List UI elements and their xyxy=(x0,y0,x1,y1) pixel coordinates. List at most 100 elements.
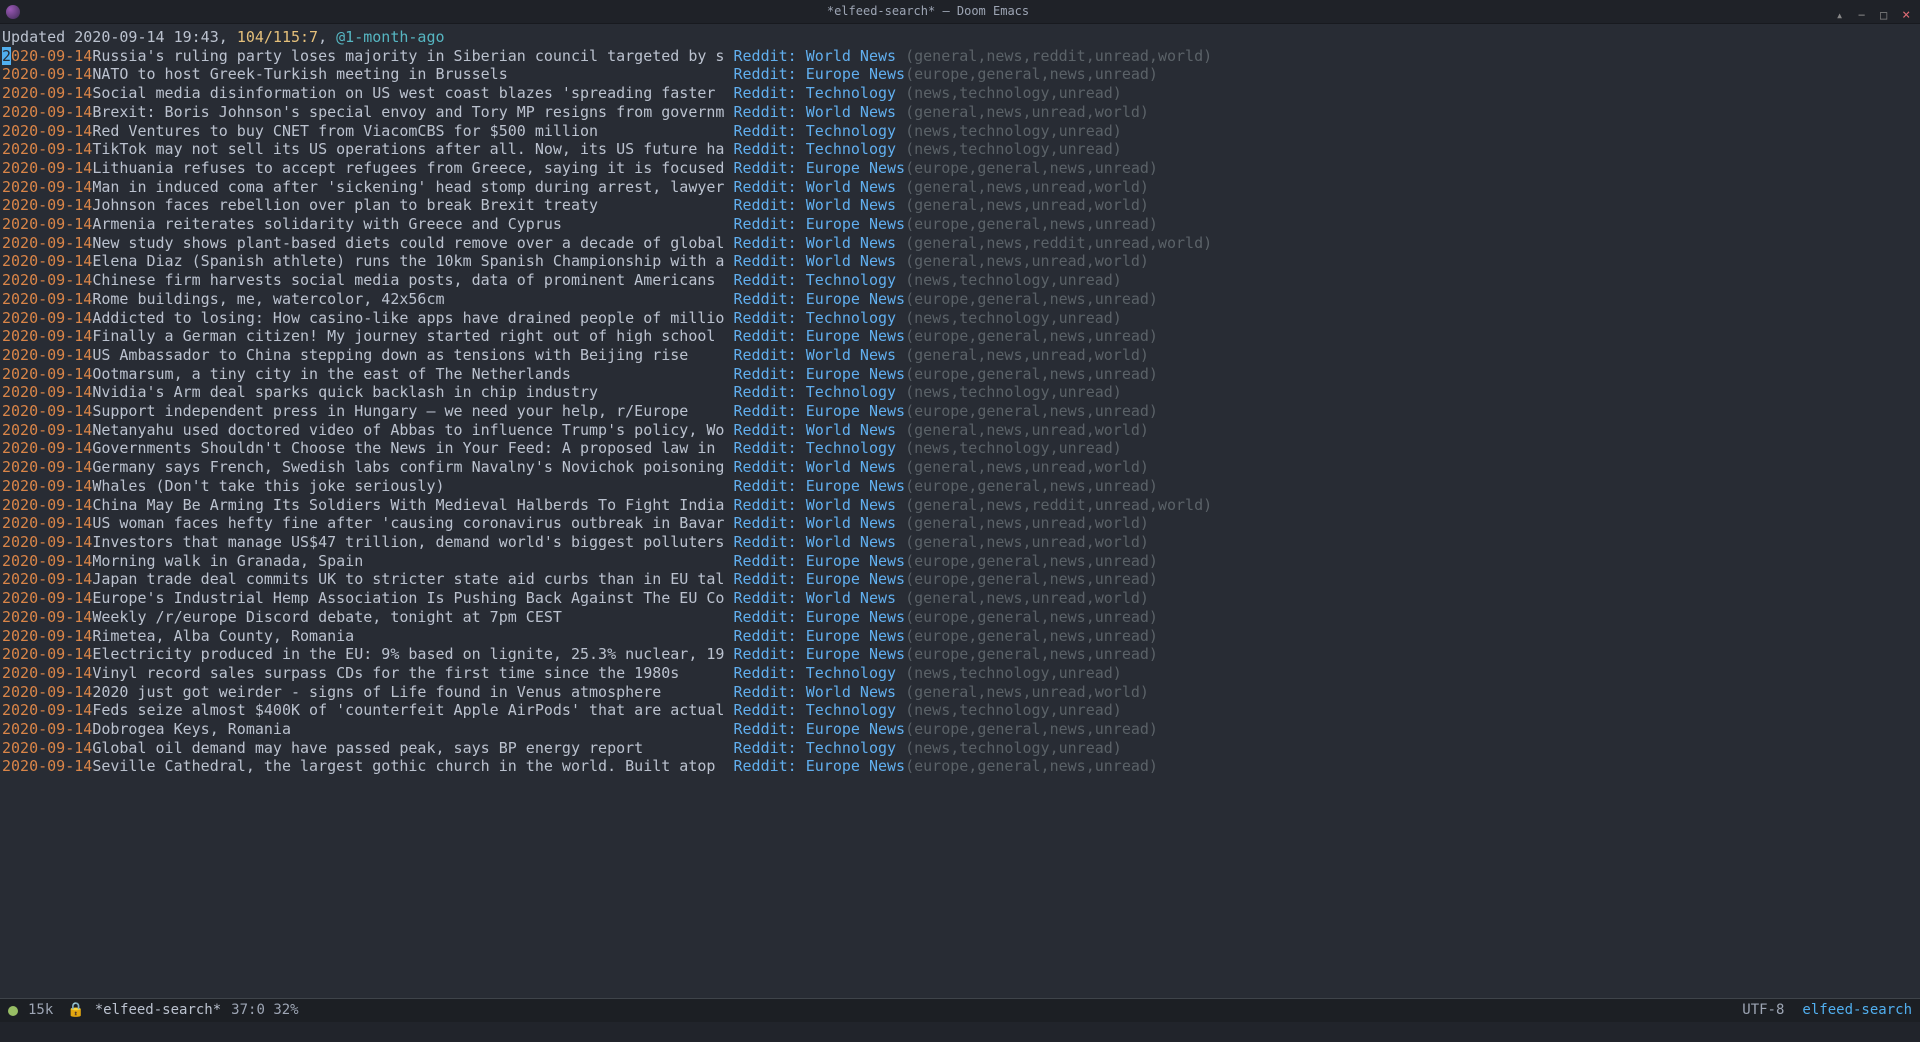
entry-title: Europe's Industrial Hemp Association Is … xyxy=(92,589,733,608)
entry-tags: (europe,general,news,unread) xyxy=(905,215,1158,234)
entry-feed: Reddit: Europe News xyxy=(734,570,906,589)
encoding: UTF-8 xyxy=(1742,1001,1784,1020)
entry-tags: (news,technology,unread) xyxy=(905,140,1122,159)
entry-tags: (general,news,unread,world) xyxy=(905,346,1149,365)
feed-entry[interactable]: 2020-09-14 Rimetea, Alba County, Romania… xyxy=(2,627,1918,646)
feed-entry[interactable]: 2020-09-14 Ootmarsum, a tiny city in the… xyxy=(2,365,1918,384)
entry-tags: (europe,general,news,unread) xyxy=(905,757,1158,776)
feed-entry[interactable]: 2020-09-14 Red Ventures to buy CNET from… xyxy=(2,122,1918,141)
feed-entry[interactable]: 2020-09-14 Electricity produced in the E… xyxy=(2,645,1918,664)
entry-title: China May Be Arming Its Soldiers With Me… xyxy=(92,496,733,515)
feed-entry[interactable]: 2020-09-14 Whales (Don't take this joke … xyxy=(2,477,1918,496)
feed-entry[interactable]: 2020-09-14 TikTok may not sell its US op… xyxy=(2,140,1918,159)
entry-feed: Reddit: World News xyxy=(734,458,906,477)
feed-entry[interactable]: 2020-09-14 Germany says French, Swedish … xyxy=(2,458,1918,477)
entry-title: Weekly /r/europe Discord debate, tonight… xyxy=(92,608,733,627)
feed-entry[interactable]: 2020-09-14 US woman faces hefty fine aft… xyxy=(2,514,1918,533)
close-icon[interactable]: ⨯ xyxy=(1902,6,1914,18)
feed-entry[interactable]: 2020-09-14 Chinese firm harvests social … xyxy=(2,271,1918,290)
entry-feed: Reddit: Technology xyxy=(734,739,906,758)
feed-entry[interactable]: 2020-09-14 Social media disinformation o… xyxy=(2,84,1918,103)
feed-entry[interactable]: 2020-09-14 Vinyl record sales surpass CD… xyxy=(2,664,1918,683)
entry-title: Vinyl record sales surpass CDs for the f… xyxy=(92,664,733,683)
entry-tags: (general,news,unread,world) xyxy=(905,683,1149,702)
feed-entry[interactable]: 2020-09-14 2020 just got weirder - signs… xyxy=(2,683,1918,702)
feed-entry[interactable]: 2020-09-14 Weekly /r/europe Discord deba… xyxy=(2,608,1918,627)
feed-entry[interactable]: 2020-09-14 Governments Shouldn't Choose … xyxy=(2,439,1918,458)
feed-entry[interactable]: 2020-09-14 Lithuania refuses to accept r… xyxy=(2,159,1918,178)
feed-entry[interactable]: 2020-09-14 Dobrogea Keys, Romania Reddit… xyxy=(2,720,1918,739)
entry-title: Governments Shouldn't Choose the News in… xyxy=(92,439,733,458)
entry-tags: (news,technology,unread) xyxy=(905,439,1122,458)
feed-entry[interactable]: 2020-09-14 Johnson faces rebellion over … xyxy=(2,196,1918,215)
entry-title: Netanyahu used doctored video of Abbas t… xyxy=(92,421,733,440)
entry-tags: (general,news,unread,world) xyxy=(905,458,1149,477)
entry-feed: Reddit: World News xyxy=(734,421,906,440)
app-icon xyxy=(6,5,20,19)
entry-title: Whales (Don't take this joke seriously) xyxy=(92,477,733,496)
feed-entry[interactable]: 2020-09-14 Finally a German citizen! My … xyxy=(2,327,1918,346)
entry-title: Addicted to losing: How casino-like apps… xyxy=(92,309,733,328)
feed-entry[interactable]: 2020-09-14 Rome buildings, me, watercolo… xyxy=(2,290,1918,309)
entry-feed: Reddit: Europe News xyxy=(734,720,906,739)
feed-entry[interactable]: 2020-09-14 China May Be Arming Its Soldi… xyxy=(2,496,1918,515)
entry-tags: (europe,general,news,unread) xyxy=(905,290,1158,309)
entry-feed: Reddit: Technology xyxy=(734,84,906,103)
entry-feed: Reddit: Technology xyxy=(734,439,906,458)
entry-feed: Reddit: World News xyxy=(734,103,906,122)
feed-entry[interactable]: 2020-09-14 Brexit: Boris Johnson's speci… xyxy=(2,103,1918,122)
entry-feed: Reddit: World News xyxy=(734,178,906,197)
entry-feed: Reddit: Europe News xyxy=(734,290,906,309)
entry-feed: Reddit: Europe News xyxy=(734,477,906,496)
entry-tags: (news,technology,unread) xyxy=(905,739,1122,758)
elfeed-buffer[interactable]: Updated 2020-09-14 19:43, 104/115:7, @1-… xyxy=(0,24,1920,998)
maximize-icon[interactable]: □ xyxy=(1880,6,1892,18)
entry-title: NATO to host Greek-Turkish meeting in Br… xyxy=(92,65,733,84)
feed-entry[interactable]: 2020-09-14 Man in induced coma after 'si… xyxy=(2,178,1918,197)
feed-entry[interactable]: 2020-09-14 Investors that manage US$47 t… xyxy=(2,533,1918,552)
feed-entry[interactable]: 2020-09-14 Feds seize almost $400K of 'c… xyxy=(2,701,1918,720)
feed-entry[interactable]: 2020-09-14 New study shows plant-based d… xyxy=(2,234,1918,253)
entry-tags: (news,technology,unread) xyxy=(905,383,1122,402)
entry-title: Elena Diaz (Spanish athlete) runs the 10… xyxy=(92,252,733,271)
entry-title: US Ambassador to China stepping down as … xyxy=(92,346,733,365)
entry-feed: Reddit: Europe News xyxy=(734,65,906,84)
feed-entry[interactable]: 2020-09-14 Addicted to losing: How casin… xyxy=(2,309,1918,328)
entry-tags: (general,news,unread,world) xyxy=(905,533,1149,552)
entry-feed: Reddit: Technology xyxy=(734,701,906,720)
feed-entry[interactable]: 2020-09-14 Russia's ruling party loses m… xyxy=(2,47,1918,66)
entry-title: Johnson faces rebellion over plan to bre… xyxy=(92,196,733,215)
feed-entry[interactable]: 2020-09-14 US Ambassador to China steppi… xyxy=(2,346,1918,365)
entry-title: Finally a German citizen! My journey sta… xyxy=(92,327,733,346)
feed-entry[interactable]: 2020-09-14 Support independent press in … xyxy=(2,402,1918,421)
elfeed-header: Updated 2020-09-14 19:43, 104/115:7, @1-… xyxy=(2,28,1918,47)
feed-entry[interactable]: 2020-09-14 NATO to host Greek-Turkish me… xyxy=(2,65,1918,84)
entry-tags: (europe,general,news,unread) xyxy=(905,608,1158,627)
up-icon[interactable]: ▴ xyxy=(1836,6,1848,18)
minimize-icon[interactable]: − xyxy=(1858,6,1870,18)
entry-tags: (europe,general,news,unread) xyxy=(905,477,1158,496)
feed-entry[interactable]: 2020-09-14 Europe's Industrial Hemp Asso… xyxy=(2,589,1918,608)
entry-title: Rimetea, Alba County, Romania xyxy=(92,627,733,646)
feed-entry[interactable]: 2020-09-14 Elena Diaz (Spanish athlete) … xyxy=(2,252,1918,271)
entry-tags: (europe,general,news,unread) xyxy=(905,65,1158,84)
entry-title: Armenia reiterates solidarity with Greec… xyxy=(92,215,733,234)
entry-tags: (general,news,unread,world) xyxy=(905,252,1149,271)
entry-tags: (europe,general,news,unread) xyxy=(905,645,1158,664)
major-mode: elfeed-search xyxy=(1802,1001,1912,1020)
entry-feed: Reddit: Technology xyxy=(734,309,906,328)
feed-entry[interactable]: 2020-09-14 Japan trade deal commits UK t… xyxy=(2,570,1918,589)
feed-entry[interactable]: 2020-09-14 Armenia reiterates solidarity… xyxy=(2,215,1918,234)
entry-tags: (europe,general,news,unread) xyxy=(905,365,1158,384)
entry-feed: Reddit: World News xyxy=(734,196,906,215)
entry-title: 2020 just got weirder - signs of Life fo… xyxy=(92,683,733,702)
feed-entry[interactable]: 2020-09-14 Global oil demand may have pa… xyxy=(2,739,1918,758)
buffer-name: *elfeed-search* xyxy=(95,1001,221,1020)
entry-tags: (europe,general,news,unread) xyxy=(905,327,1158,346)
feed-entry[interactable]: 2020-09-14 Morning walk in Granada, Spai… xyxy=(2,552,1918,571)
feed-entry[interactable]: 2020-09-14 Nvidia's Arm deal sparks quic… xyxy=(2,383,1918,402)
feed-entry[interactable]: 2020-09-14 Netanyahu used doctored video… xyxy=(2,421,1918,440)
cursor-position: 37:0 32% xyxy=(231,1001,298,1020)
feed-entry[interactable]: 2020-09-14 Seville Cathedral, the larges… xyxy=(2,757,1918,776)
entry-tags: (general,news,reddit,unread,world) xyxy=(905,496,1212,515)
